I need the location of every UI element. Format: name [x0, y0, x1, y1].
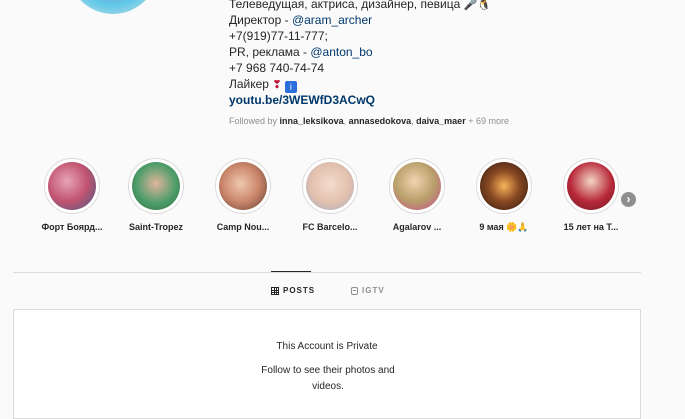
igtv-icon — [351, 286, 358, 295]
director-mention-link[interactable]: @aram_archer — [292, 13, 372, 27]
highlight-label: 9 мая 🌼🙏 — [479, 222, 529, 232]
highlight-cover — [48, 162, 96, 210]
followed-by[interactable]: Followed by inna_leksikova, annasedokova… — [229, 116, 509, 126]
highlight-cover — [393, 162, 441, 210]
bio-line-phone-2: +7 968 740-74-74 — [229, 61, 325, 75]
highlight-label: Saint-Tropez — [128, 222, 183, 232]
follower-username[interactable]: annasedokova — [349, 116, 412, 126]
highlight-item[interactable]: FC Barcelo... — [290, 158, 370, 232]
highlight-label: Форт Боярд... — [41, 222, 103, 232]
highlight-label: Agalarov ... — [392, 222, 442, 232]
highlight-cover — [567, 162, 615, 210]
bio-line-director: Директор - @aram_archer — [229, 13, 373, 27]
highlight-item[interactable]: Форт Боярд... — [32, 158, 112, 232]
highlight-item[interactable]: Saint-Tropez — [116, 158, 196, 232]
highlight-label: Camp Nou... — [216, 222, 270, 232]
follower-username[interactable]: inna_leksikova — [280, 116, 344, 126]
bio-line-phone-1: +7(919)77-11-777; — [229, 29, 328, 43]
bio-line-roles: Телеведущая, актриса, дизайнер, певица 🎤… — [229, 0, 529, 12]
highlight-item[interactable]: 15 лет на Т... — [551, 158, 631, 232]
story-highlights: Форт Боярд... Saint-Tropez Camp Nou... F… — [32, 158, 652, 248]
tab-posts[interactable]: POSTS — [271, 286, 315, 295]
bio-line-liker: Лайкер ❣ i — [229, 76, 529, 93]
active-tab-indicator — [271, 271, 311, 272]
chevron-right-icon[interactable]: › — [621, 192, 636, 207]
profile-avatar[interactable] — [68, 0, 158, 14]
profile-bio: Телеведущая, актриса, дизайнер, певица 🎤… — [229, 0, 529, 108]
pr-mention-link[interactable]: @anton_bo — [310, 45, 372, 59]
highlight-cover — [132, 162, 180, 210]
website-link[interactable]: youtu.be/3WEWfD3ACwQ — [229, 93, 375, 107]
microphone-penguin-emoji: 🎤🐧 — [463, 0, 492, 11]
private-account-card: This Account is Private Follow to see th… — [13, 309, 641, 419]
bio-line-pr: PR, реклама - @anton_bo — [229, 45, 373, 59]
highlight-item[interactable]: Camp Nou... — [203, 158, 283, 232]
highlight-item[interactable]: Agalarov ... — [377, 158, 457, 232]
highlight-label: 15 лет на Т... — [563, 222, 619, 232]
tabs-divider — [13, 272, 641, 273]
highlight-item[interactable]: 9 мая 🌼🙏 — [464, 158, 544, 233]
private-account-title: This Account is Private — [276, 341, 378, 352]
tab-igtv-label: IGTV — [362, 286, 385, 295]
private-account-subtitle: Follow to see their photos and videos. — [261, 365, 395, 392]
tab-posts-label: POSTS — [283, 286, 316, 295]
follower-username[interactable]: daiva_maer — [416, 116, 466, 126]
highlight-label: FC Barcelo... — [302, 222, 358, 232]
tab-igtv[interactable]: IGTV — [351, 286, 385, 295]
bio-line-website: youtu.be/3WEWfD3ACwQ — [229, 92, 529, 108]
highlight-cover — [219, 162, 267, 210]
highlight-cover — [480, 162, 528, 210]
grid-icon — [271, 286, 279, 295]
heart-exclamation-icon: ❣ — [272, 78, 282, 91]
highlight-cover — [306, 162, 354, 210]
